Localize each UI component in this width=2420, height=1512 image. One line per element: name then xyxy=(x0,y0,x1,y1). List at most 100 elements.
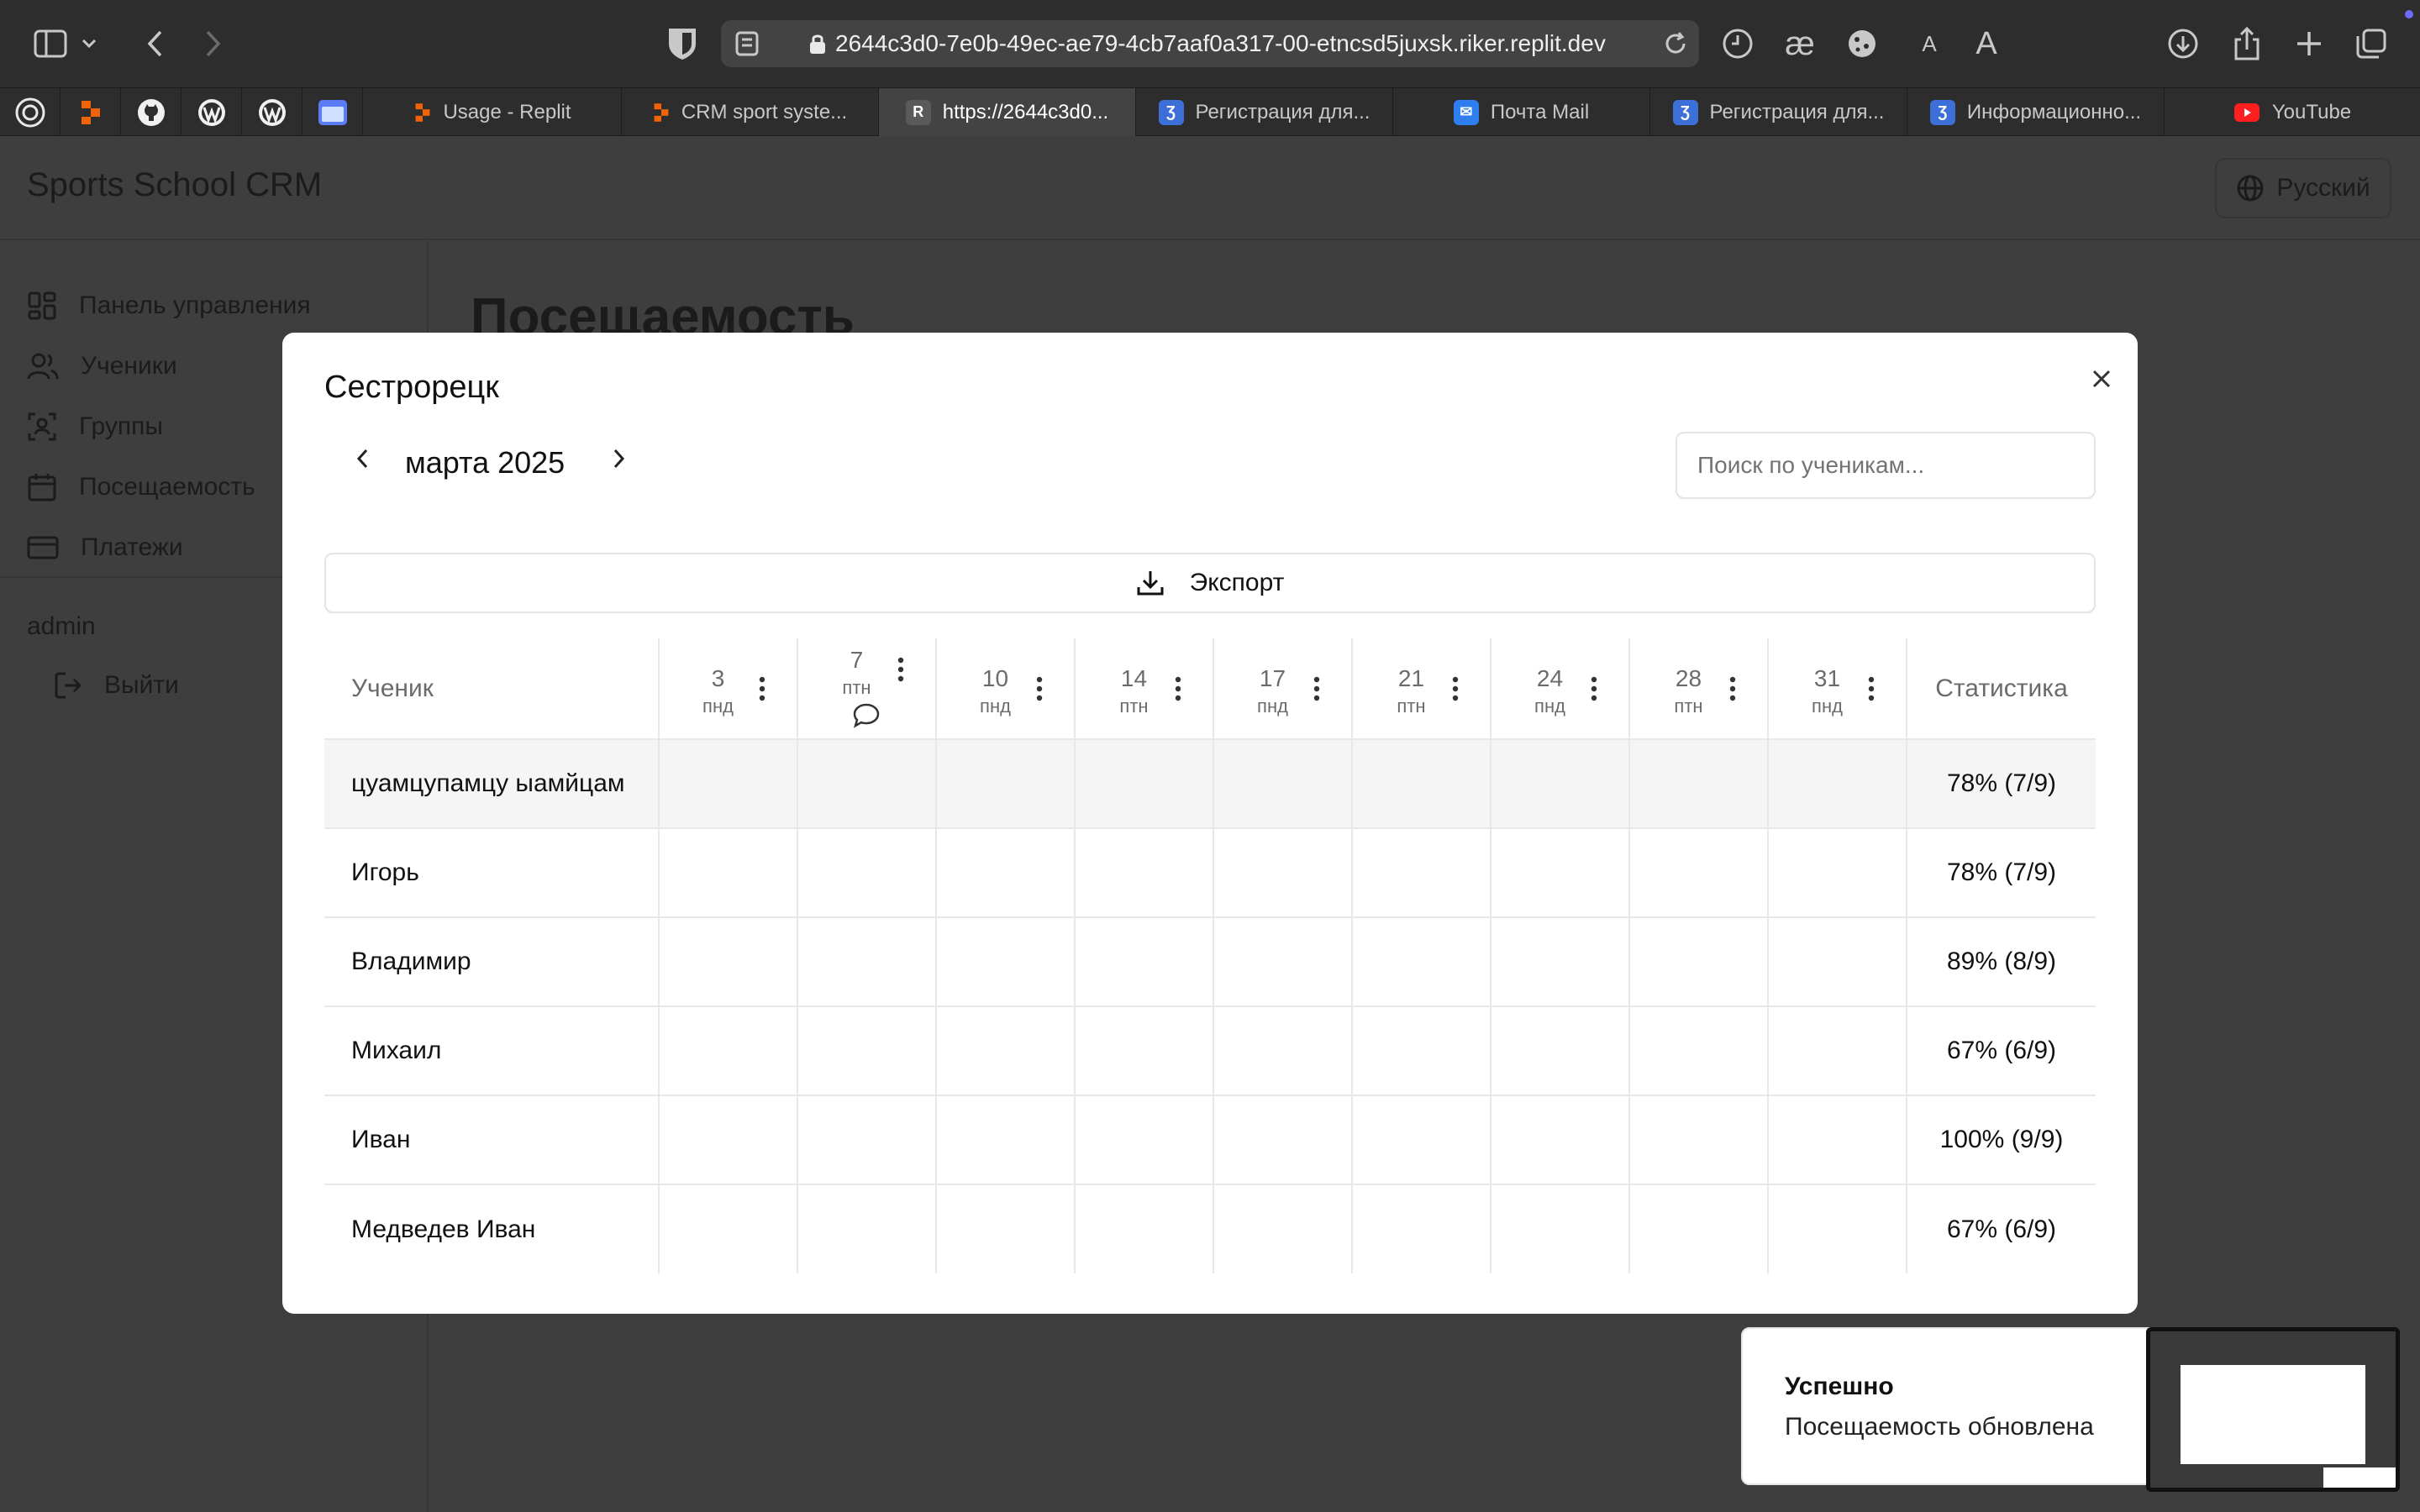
attendance-cell[interactable] xyxy=(1628,828,1768,918)
attendance-cell[interactable] xyxy=(1074,1184,1213,1273)
attendance-cell[interactable] xyxy=(658,1095,797,1185)
share-icon[interactable] xyxy=(2222,18,2272,69)
tab-usage-replit[interactable]: Usage - Replit xyxy=(365,88,622,136)
sidebar-item-payments[interactable]: Платежи xyxy=(27,522,183,573)
font-small-icon[interactable]: A xyxy=(1904,18,1954,69)
attendance-cell[interactable] xyxy=(797,1006,936,1096)
history-icon[interactable] xyxy=(1712,18,1763,69)
attendance-cell[interactable] xyxy=(658,1006,797,1096)
attendance-cell[interactable] xyxy=(1767,917,1907,1007)
attendance-cell[interactable] xyxy=(1351,917,1491,1007)
attendance-cell[interactable] xyxy=(1767,1095,1907,1185)
attendance-cell[interactable] xyxy=(935,1006,1075,1096)
tab-current-app[interactable]: R https://2644c3d0... xyxy=(879,88,1136,136)
sidebar-item-groups[interactable]: Группы xyxy=(27,402,163,452)
attendance-cell[interactable] xyxy=(1490,739,1629,829)
address-bar[interactable]: 2644c3d0-7e0b-49ec-ae79-4cb7aaf0a317-00-… xyxy=(721,20,1699,67)
sidebar-item-dashboard[interactable]: Панель управления xyxy=(27,281,311,331)
logout-button[interactable]: Выйти xyxy=(54,660,179,711)
tab-registration-1[interactable]: Ʒ Регистрация для... xyxy=(1136,88,1393,136)
attendance-cell[interactable] xyxy=(1628,1095,1768,1185)
attendance-cell[interactable] xyxy=(658,739,797,829)
pinned-tab-chatgpt[interactable] xyxy=(0,88,60,136)
pinned-tab-wordpress-2[interactable] xyxy=(242,88,302,136)
date-menu-icon[interactable] xyxy=(1720,675,1745,703)
attendance-cell[interactable] xyxy=(1490,917,1629,1007)
attendance-cell[interactable] xyxy=(1213,739,1352,829)
attendance-cell[interactable] xyxy=(797,1095,936,1185)
attendance-cell[interactable] xyxy=(1767,739,1907,829)
attendance-cell[interactable] xyxy=(1628,1006,1768,1096)
attendance-cell[interactable] xyxy=(935,1095,1075,1185)
reload-icon[interactable] xyxy=(1662,30,1689,57)
attendance-cell[interactable] xyxy=(1213,1095,1352,1185)
attendance-cell[interactable] xyxy=(1628,739,1768,829)
attendance-cell[interactable] xyxy=(935,739,1075,829)
font-large-icon[interactable]: A xyxy=(1961,18,2012,69)
attendance-cell[interactable] xyxy=(658,917,797,1007)
attendance-cell[interactable] xyxy=(658,828,797,918)
sidebar-item-students[interactable]: Ученики xyxy=(27,341,177,391)
attendance-cell[interactable] xyxy=(797,739,936,829)
attendance-cell[interactable] xyxy=(1351,1184,1491,1273)
attendance-cell[interactable] xyxy=(1074,1006,1213,1096)
attendance-cell[interactable] xyxy=(1351,828,1491,918)
pinned-tab-github[interactable] xyxy=(121,88,182,136)
date-menu-icon[interactable] xyxy=(888,655,913,684)
sidebar-toggle-icon[interactable] xyxy=(25,18,76,69)
attendance-cell[interactable] xyxy=(1628,917,1768,1007)
student-search-input[interactable] xyxy=(1676,432,2096,499)
comment-icon[interactable] xyxy=(852,702,881,729)
forward-icon[interactable] xyxy=(188,18,239,69)
tab-registration-2[interactable]: Ʒ Регистрация для... xyxy=(1650,88,1907,136)
attendance-cell[interactable] xyxy=(1490,1006,1629,1096)
attendance-cell[interactable] xyxy=(797,828,936,918)
screenshot-thumbnail[interactable] xyxy=(2146,1327,2400,1492)
language-button[interactable]: Русский xyxy=(2215,158,2391,218)
attendance-cell[interactable] xyxy=(1074,828,1213,918)
close-button[interactable] xyxy=(2081,358,2123,400)
page-menu-icon[interactable] xyxy=(734,30,763,57)
attendance-cell[interactable] xyxy=(797,917,936,1007)
pinned-tab-files[interactable] xyxy=(302,88,363,136)
export-button[interactable]: Экспорт xyxy=(324,553,2096,613)
attendance-cell[interactable] xyxy=(1490,1095,1629,1185)
date-menu-icon[interactable] xyxy=(1304,675,1329,703)
tab-crm-sport[interactable]: CRM sport syste... xyxy=(622,88,879,136)
date-menu-icon[interactable] xyxy=(1443,675,1468,703)
attendance-cell[interactable] xyxy=(1074,739,1213,829)
attendance-cell[interactable] xyxy=(1490,1184,1629,1273)
attendance-cell[interactable] xyxy=(1767,828,1907,918)
prev-month-button[interactable] xyxy=(341,433,383,484)
next-month-button[interactable] xyxy=(598,433,640,484)
date-menu-icon[interactable] xyxy=(1859,675,1884,703)
attendance-cell[interactable] xyxy=(1767,1006,1907,1096)
date-menu-icon[interactable] xyxy=(1165,675,1191,703)
pinned-tab-wordpress[interactable] xyxy=(182,88,242,136)
tab-mail[interactable]: ✉ Почта Mail xyxy=(1393,88,1650,136)
attendance-cell[interactable] xyxy=(1767,1184,1907,1273)
pinned-tab-replit[interactable] xyxy=(60,88,121,136)
downloads-icon[interactable] xyxy=(2158,18,2208,69)
attendance-cell[interactable] xyxy=(1351,1095,1491,1185)
tab-information[interactable]: Ʒ Информационно... xyxy=(1907,88,2165,136)
ae-extension-icon[interactable]: æ xyxy=(1775,18,1825,69)
attendance-cell[interactable] xyxy=(1213,917,1352,1007)
attendance-cell[interactable] xyxy=(935,828,1075,918)
attendance-cell[interactable] xyxy=(658,1184,797,1273)
new-tab-icon[interactable] xyxy=(2284,18,2334,69)
attendance-cell[interactable] xyxy=(1074,1095,1213,1185)
attendance-cell[interactable] xyxy=(1351,739,1491,829)
date-menu-icon[interactable] xyxy=(750,675,775,703)
attendance-cell[interactable] xyxy=(797,1184,936,1273)
attendance-cell[interactable] xyxy=(1213,1006,1352,1096)
attendance-cell[interactable] xyxy=(1074,917,1213,1007)
date-menu-icon[interactable] xyxy=(1027,675,1052,703)
sidebar-item-attendance[interactable]: Посещаемость xyxy=(27,462,255,512)
back-icon[interactable] xyxy=(129,18,180,69)
tab-overview-icon[interactable] xyxy=(2346,18,2396,69)
attendance-cell[interactable] xyxy=(1628,1184,1768,1273)
cookie-extension-icon[interactable] xyxy=(1837,18,1887,69)
attendance-cell[interactable] xyxy=(935,1184,1075,1273)
bitwarden-extension-icon[interactable] xyxy=(657,18,708,69)
